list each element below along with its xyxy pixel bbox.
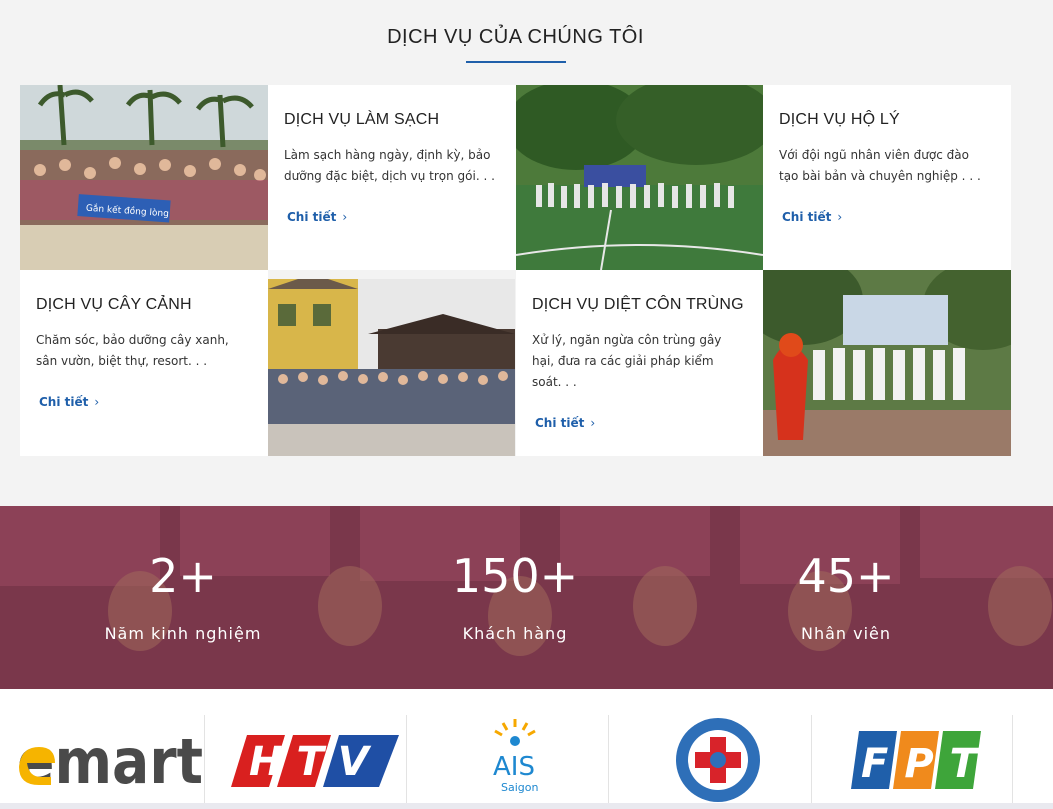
service-description: Làm sạch hàng ngày, định kỳ, bảo dưỡng đ… [284,148,495,183]
chevron-right-icon: › [342,210,348,224]
service-description: Chăm sóc, bảo dưỡng cây xanh, sân vườn, … [36,333,229,368]
photo-old-town-group [268,279,515,456]
partners-strip: emart HTV AIS Saigon FPT [0,689,1053,809]
partner-logo-ais[interactable]: AIS Saigon [421,715,609,805]
stat-value: 45+ [797,549,895,603]
detail-link-label: Chi tiết [782,210,832,224]
bottom-strip [0,803,1053,809]
ais-logo-subtext: Saigon [501,781,538,794]
service-detail-link[interactable]: Chi tiết › [39,395,99,409]
service-description: Xử lý, ngăn ngừa côn trùng gây hại, đưa … [532,333,722,389]
chevron-right-icon: › [94,395,100,409]
service-detail-link[interactable]: Chi tiết › [535,416,595,430]
stat-value: 150+ [451,549,579,603]
service-description: Với đội ngũ nhân viên được đào tạo bài b… [779,148,981,183]
service-title: DỊCH VỤ CÂY CẢNH [36,296,192,313]
stat-employees: 45+ Nhân viên [736,550,956,643]
partner-logo-fpt[interactable]: FPT [827,715,1013,805]
chevron-right-icon: › [590,416,596,430]
stat-customers: 150+ Khách hàng [405,550,625,643]
partner-logo-emart[interactable]: emart [17,715,205,805]
ais-logo-text: AIS [493,752,535,782]
service-title: DỊCH VỤ DIỆT CÔN TRÙNG [532,296,744,313]
services-grid: Gắn kết đồng lòng DỊCH VỤ LÀM SẠCH Làm s… [20,85,1011,456]
stat-label: Nhân viên [800,624,892,643]
partner-logo-hung-vuong-hospital[interactable] [624,715,812,805]
photo-beach-group: Gắn kết đồng lòng [20,85,268,270]
stats-band: 2+ Năm kinh nghiệm 150+ Khách hàng 45+ N… [0,506,1053,689]
detail-link-label: Chi tiết [39,395,89,409]
service-card-nursing: DỊCH VỤ HỘ LÝ Với đội ngũ nhân viên được… [763,85,1011,270]
stat-label: Khách hàng [462,624,568,643]
service-detail-link[interactable]: Chi tiết › [287,210,347,224]
detail-link-label: Chi tiết [535,416,585,430]
service-card-cleaning: DỊCH VỤ LÀM SẠCH Làm sạch hàng ngày, địn… [268,85,516,270]
service-detail-link[interactable]: Chi tiết › [782,210,842,224]
detail-link-label: Chi tiết [287,210,337,224]
section-title: DỊCH VỤ CỦA CHÚNG TÔI [387,26,644,48]
title-underline [466,61,566,63]
service-title: DỊCH VỤ LÀM SẠCH [284,111,440,128]
fpt-logo-text: FPT [861,741,991,787]
stat-label: Năm kinh nghiệm [104,624,262,643]
stat-experience: 2+ Năm kinh nghiệm [73,550,293,643]
photo-football-field [516,85,763,270]
partner-logo-htv[interactable]: HTV [219,715,407,805]
service-card-plants: DỊCH VỤ CÂY CẢNH Chăm sóc, bảo dưỡng cây… [20,270,268,456]
stat-value: 2+ [149,549,217,603]
service-title: DỊCH VỤ HỘ LÝ [779,111,900,128]
chevron-right-icon: › [837,210,843,224]
service-card-pest-control: DỊCH VỤ DIỆT CÔN TRÙNG Xử lý, ngăn ngừa … [516,270,764,456]
photo-mascot-group [763,270,1011,456]
htv-logo-text: HTV [249,739,383,785]
